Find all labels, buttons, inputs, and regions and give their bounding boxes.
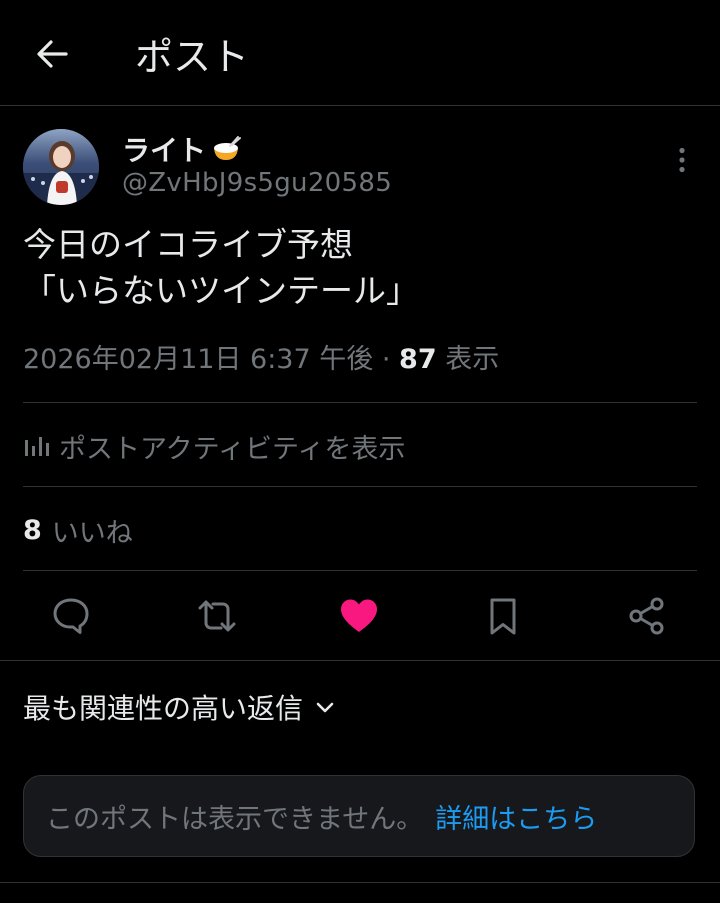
more-vertical-icon <box>679 147 685 173</box>
profile-photo <box>23 129 99 205</box>
user-handle[interactable]: @ZvHbJ9s5gu20585 <box>122 168 392 198</box>
views-label: 表示 <box>445 344 500 375</box>
bookmark-icon <box>490 598 516 635</box>
divider <box>0 882 720 883</box>
chevron-down-icon <box>315 700 335 714</box>
post-text-line: 今日のイコライブ予想 <box>23 225 353 264</box>
avatar[interactable] <box>23 129 99 205</box>
post-text-line: 「いらないツインテール」 <box>23 271 419 310</box>
reply-icon <box>53 598 89 634</box>
post-meta: 2026年02月11日 6:37 午後 · 87 表示 <box>23 340 499 380</box>
reply-button[interactable] <box>49 594 93 638</box>
unavailable-post-notice: このポストは表示できません。 詳細はこちら <box>23 775 695 857</box>
heart-icon <box>341 599 377 632</box>
arrow-left-icon <box>37 40 68 68</box>
post-activity-button[interactable]: ポストアクティビティを表示 <box>23 425 405 467</box>
divider <box>0 660 720 661</box>
share-icon <box>629 597 664 635</box>
display-name[interactable]: ライト <box>122 129 206 169</box>
back-button[interactable] <box>30 36 74 72</box>
likes-label: いいね <box>51 517 133 549</box>
author-name-row[interactable]: ライト <box>122 131 242 167</box>
post-activity-label: ポストアクティビティを表示 <box>59 433 406 465</box>
divider <box>23 486 697 487</box>
divider <box>23 402 697 403</box>
share-button[interactable] <box>625 594 669 638</box>
rice-bowl-emoji-icon <box>210 135 242 163</box>
more-options-button[interactable] <box>668 142 696 178</box>
notice-text: このポストは表示できません。 <box>46 803 424 835</box>
post-text: 今日のイコライブ予想 「いらないツインテール」 <box>23 222 703 314</box>
repost-button[interactable] <box>195 594 239 638</box>
post-time[interactable]: 6:37 午後 <box>250 344 373 375</box>
reply-sort-label: 最も関連性の高い返信 <box>23 692 304 725</box>
post-date[interactable]: 2026年02月11日 <box>23 344 241 375</box>
learn-more-link[interactable]: 詳細はこちら <box>435 797 597 836</box>
reply-sort-dropdown[interactable]: 最も関連性の高い返信 <box>23 686 335 728</box>
like-button[interactable] <box>337 594 381 638</box>
likes-count: 8 <box>23 514 42 546</box>
divider <box>23 570 697 571</box>
bar-chart-icon <box>25 437 49 456</box>
page-title: ポスト <box>135 35 250 79</box>
views-count: 87 <box>399 344 437 375</box>
bookmark-button[interactable] <box>481 594 525 638</box>
likes-summary[interactable]: 8 いいね <box>23 510 133 550</box>
repost-icon <box>198 600 236 632</box>
meta-separator: · <box>381 344 391 375</box>
top-header: ポスト <box>0 0 720 106</box>
